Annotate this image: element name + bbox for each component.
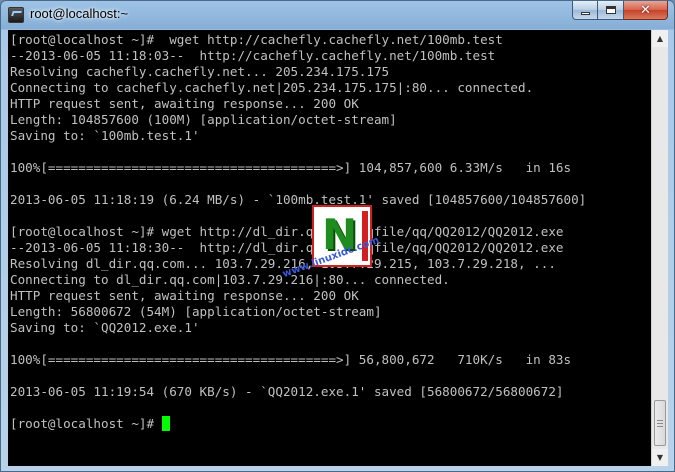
close-icon: ✕ <box>640 2 651 18</box>
terminal-line: Saving to: `QQ2012.exe.1' <box>10 320 200 335</box>
scroll-up-button[interactable]: ▲ <box>652 30 668 47</box>
close-button[interactable]: ✕ <box>624 1 668 20</box>
terminal-line: 100%[===================================… <box>10 352 572 367</box>
minimize-icon <box>580 12 590 15</box>
terminal-line: 2013-06-05 11:19:54 (670 KB/s) - `QQ2012… <box>10 384 564 399</box>
terminal-line: --2013-06-05 11:18:03-- http://cachefly.… <box>10 48 496 63</box>
terminal-line: [root@localhost ~]# wget http://cachefly… <box>10 32 503 47</box>
terminal-line: [root@localhost ~]# wget http://dl_dir.q… <box>10 224 564 239</box>
watermark-bar <box>362 211 368 261</box>
maximize-button[interactable] <box>598 1 624 20</box>
terminal-line: --2013-06-05 11:18:30-- http://dl_dir.qq… <box>10 240 564 255</box>
terminal-line: Length: 56800672 (54M) [application/octe… <box>10 304 382 319</box>
grip-line <box>657 423 663 424</box>
terminal-app-icon <box>8 7 24 23</box>
title-bar[interactable]: root@localhost:~ ✕ <box>1 1 674 29</box>
window-title: root@localhost:~ <box>30 6 129 21</box>
minimize-button[interactable] <box>572 1 598 20</box>
terminal-line: Saving to: `100mb.test.1' <box>10 128 200 143</box>
terminal-line: Resolving cachefly.cachefly.net... 205.2… <box>10 64 390 79</box>
terminal-line: [root@localhost ~]# <box>10 416 586 432</box>
grip-line <box>657 420 663 421</box>
terminal-line: 2013-06-05 11:18:19 (6.24 MB/s) - `100mb… <box>10 192 587 207</box>
scroll-down-icon: ▼ <box>656 453 664 462</box>
caption-buttons: ✕ <box>572 1 668 21</box>
maximize-icon <box>605 6 616 14</box>
terminal-cursor <box>161 416 170 431</box>
vertical-scrollbar[interactable]: ▲ ▼ <box>651 30 668 466</box>
terminal-line: Connecting to cachefly.cachefly.net|205.… <box>10 80 534 95</box>
scroll-down-button[interactable]: ▼ <box>652 449 668 466</box>
terminal-line: HTTP request sent, awaiting response... … <box>10 288 359 303</box>
terminal-line: Length: 104857600 (100M) [application/oc… <box>10 112 397 127</box>
terminal-line: 100%[===================================… <box>10 160 572 175</box>
scroll-thumb[interactable] <box>654 400 666 446</box>
terminal-line: HTTP request sent, awaiting response... … <box>10 96 359 111</box>
scroll-up-icon: ▲ <box>656 34 664 43</box>
grip-line <box>657 426 663 427</box>
terminal-text: [root@localhost ~]# wget http://cachefly… <box>10 32 586 432</box>
